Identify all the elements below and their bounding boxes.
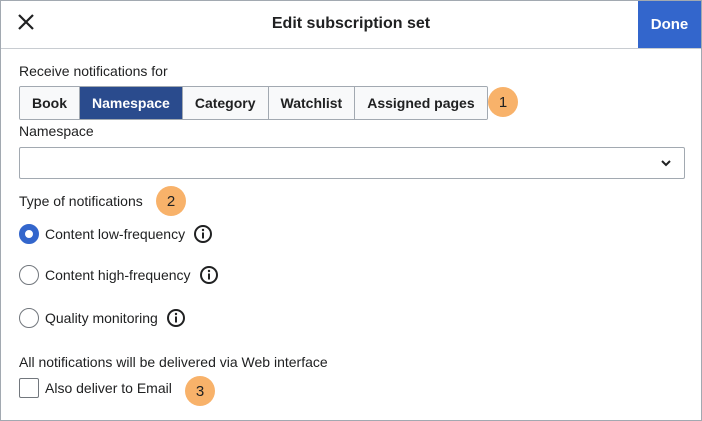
- option-namespace[interactable]: Namespace: [80, 87, 183, 119]
- chevron-down-icon: [660, 156, 672, 174]
- receive-button-group: Book Namespace Category Watchlist Assign…: [19, 86, 488, 120]
- info-icon[interactable]: [166, 308, 186, 328]
- info-icon[interactable]: [193, 224, 213, 244]
- radio-button[interactable]: [19, 308, 39, 328]
- type-label: Type of notifications: [19, 193, 143, 209]
- radio-button[interactable]: [19, 224, 39, 244]
- info-icon[interactable]: [199, 265, 219, 285]
- done-button[interactable]: Done: [638, 1, 701, 48]
- receive-label: Receive notifications for: [19, 63, 168, 79]
- dialog-header: Edit subscription set Done: [1, 1, 701, 49]
- option-watchlist[interactable]: Watchlist: [268, 87, 356, 119]
- option-book[interactable]: Book: [20, 87, 80, 119]
- radio-button[interactable]: [19, 265, 39, 285]
- step-badge-1: 1: [488, 87, 518, 117]
- radio-quality-monitoring[interactable]: Quality monitoring: [19, 307, 186, 329]
- namespace-label: Namespace: [19, 123, 94, 139]
- radio-label: Content low-frequency: [45, 226, 186, 242]
- radio-label: Quality monitoring: [45, 310, 158, 326]
- dialog-title: Edit subscription set: [271, 15, 431, 32]
- email-checkbox-label: Also deliver to Email: [45, 380, 172, 396]
- option-assigned-pages[interactable]: Assigned pages: [355, 87, 487, 119]
- step-badge-3: 3: [185, 376, 215, 406]
- radio-label: Content high-frequency: [45, 267, 191, 283]
- subscription-dialog: Edit subscription set Done Receive notif…: [0, 0, 702, 421]
- email-checkbox-row[interactable]: Also deliver to Email: [19, 377, 172, 399]
- radio-content-high-frequency[interactable]: Content high-frequency: [19, 264, 219, 286]
- radio-content-low-frequency[interactable]: Content low-frequency: [19, 223, 213, 245]
- delivery-note: All notifications will be delivered via …: [19, 354, 328, 370]
- step-badge-2: 2: [156, 186, 186, 216]
- option-category[interactable]: Category: [182, 87, 269, 119]
- email-checkbox[interactable]: [19, 378, 39, 398]
- namespace-dropdown[interactable]: [19, 147, 685, 179]
